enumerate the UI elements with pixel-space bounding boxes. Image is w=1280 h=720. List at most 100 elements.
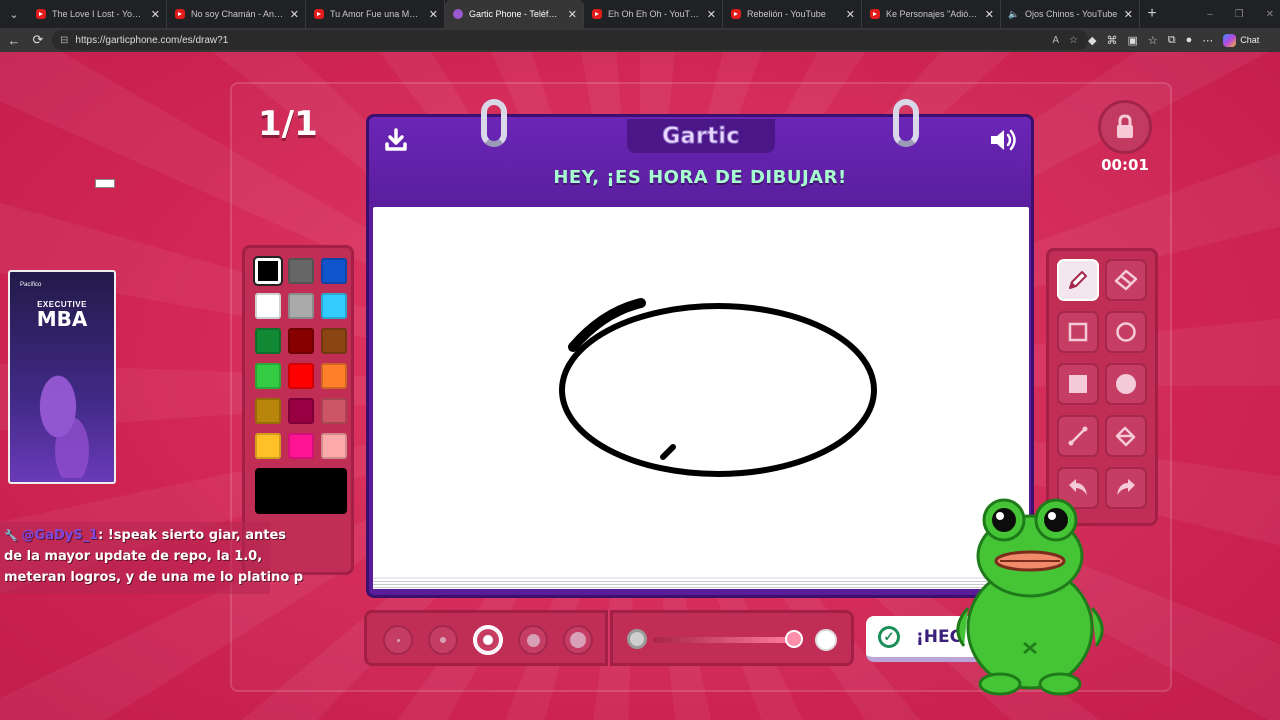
ellipse-outline-tool-button[interactable] <box>1105 311 1147 353</box>
copilot-chat-button[interactable]: Chat <box>1223 33 1259 47</box>
reload-button[interactable]: ⟳ <box>26 32 50 48</box>
new-tab-button[interactable]: + <box>1140 5 1164 23</box>
chat-text-1: : !speak sierto giar, antes <box>98 528 287 543</box>
line-tool-button[interactable] <box>1057 415 1099 457</box>
color-swatch[interactable] <box>255 328 281 354</box>
fill-bucket-tool-button[interactable] <box>1105 415 1147 457</box>
collections-icon[interactable]: ⧉ <box>1168 34 1176 47</box>
color-swatch[interactable] <box>321 398 347 424</box>
browser-tab[interactable]: Rebelión - YouTube ✕ <box>723 0 862 28</box>
maximize-button[interactable]: ❐ <box>1235 9 1244 20</box>
chat-wrench-icon: 🔧 <box>4 529 22 542</box>
tab-title: Ke Personajes "Adiós Amor # <box>886 9 979 19</box>
board-header: Gartic HEY, ¡ES HORA DE DIBUJAR! <box>369 117 1031 207</box>
color-swatch[interactable] <box>288 258 314 284</box>
extension-puzzle-icon[interactable]: ⌘ <box>1106 34 1117 47</box>
pencil-icon <box>1069 271 1087 289</box>
color-swatch[interactable] <box>321 328 347 354</box>
close-window-button[interactable]: ✕ <box>1266 9 1274 20</box>
drawing-board: Gartic HEY, ¡ES HORA DE DIBUJAR! <box>366 99 1034 598</box>
opacity-max-indicator <box>815 629 837 651</box>
split-screen-icon[interactable]: ▣ <box>1127 34 1137 47</box>
gartic-icon <box>453 9 463 19</box>
brush-size-2-button[interactable] <box>428 625 458 655</box>
brush-size-4-button[interactable] <box>518 625 548 655</box>
minimize-button[interactable]: – <box>1207 9 1213 20</box>
browser-tab[interactable]: Tu Amor Fue una Mentira - ✕ <box>306 0 445 28</box>
browser-tab[interactable]: Ke Personajes "Adiós Amor # ✕ <box>862 0 1001 28</box>
brush-size-3-button[interactable] <box>473 625 503 655</box>
youtube-icon <box>870 9 880 19</box>
color-swatch[interactable] <box>288 293 314 319</box>
extension-diamond-icon[interactable]: ◆ <box>1088 34 1096 47</box>
lock-button[interactable] <box>1098 100 1152 154</box>
drawing-canvas[interactable] <box>373 207 1029 585</box>
gartic-logo: Gartic <box>627 119 775 153</box>
browser-tab[interactable]: 🔈 Ojos Chinos - YouTube ✕ <box>1001 0 1140 28</box>
overlay-indicator <box>95 179 115 188</box>
color-swatch[interactable] <box>288 328 314 354</box>
tab-close-icon[interactable]: ✕ <box>568 8 577 21</box>
pencil-tool-button[interactable] <box>1057 259 1099 301</box>
color-swatch[interactable] <box>255 293 281 319</box>
tab-close-icon[interactable]: ✕ <box>985 8 994 21</box>
url-text: https://garticphone.com/es/draw?1 <box>75 34 229 46</box>
rectangle-outline-tool-button[interactable] <box>1057 311 1099 353</box>
ad-map-graphic <box>30 368 100 478</box>
tab-close-icon[interactable]: ✕ <box>846 8 855 21</box>
ad-card[interactable]: Pacífico EXECUTIVE MBA <box>8 270 116 484</box>
youtube-icon <box>592 9 602 19</box>
browser-tab[interactable]: Gartic Phone - Teléfono Des ✕ <box>445 0 584 28</box>
color-swatch[interactable] <box>321 293 347 319</box>
favorite-star-icon[interactable]: ☆ <box>1069 35 1078 46</box>
color-swatch[interactable] <box>288 433 314 459</box>
tabs-container: The Love I Lost - YouTube✕No soy Chamán … <box>28 0 1140 28</box>
binder-ring-left <box>481 99 507 147</box>
eraser-tool-button[interactable] <box>1105 259 1147 301</box>
color-swatch[interactable] <box>288 398 314 424</box>
redo-icon <box>1117 479 1135 495</box>
favorites-icon[interactable]: ☆ <box>1148 34 1158 47</box>
color-swatch[interactable] <box>255 398 281 424</box>
opacity-min-indicator <box>627 629 647 649</box>
gartic-logo-text: Gartic <box>662 123 740 149</box>
tab-close-icon[interactable]: ✕ <box>1124 8 1133 21</box>
tab-close-icon[interactable]: ✕ <box>290 8 299 21</box>
url-bar[interactable]: ⊟ https://garticphone.com/es/draw?1 A ☆ <box>52 30 1088 50</box>
download-button[interactable] <box>381 125 411 155</box>
site-info-icon[interactable]: ⊟ <box>60 35 68 46</box>
redo-button[interactable] <box>1105 467 1147 509</box>
rectangle-filled-tool-button[interactable] <box>1057 363 1099 405</box>
brush-size-5-button[interactable] <box>563 625 593 655</box>
color-swatch[interactable] <box>321 258 347 284</box>
tab-title: No soy Chamán - Anticucho <box>191 9 284 19</box>
more-menu-icon[interactable]: ⋯ <box>1202 34 1213 47</box>
speaker-icon: 🔈 <box>1008 8 1020 19</box>
color-swatch[interactable] <box>255 363 281 389</box>
browser-tab[interactable]: Eh Oh Eh Oh - YouTube ✕ <box>584 0 723 28</box>
opacity-slider-handle[interactable] <box>785 630 803 648</box>
color-swatch[interactable] <box>321 433 347 459</box>
color-swatch[interactable] <box>288 363 314 389</box>
tab-title: The Love I Lost - YouTube <box>52 9 145 19</box>
tab-close-icon[interactable]: ✕ <box>429 8 438 21</box>
browser-tab[interactable]: No soy Chamán - Anticucho ✕ <box>167 0 306 28</box>
sound-toggle-button[interactable] <box>987 125 1019 155</box>
read-aloud-icon[interactable]: A <box>1052 35 1059 46</box>
ellipse-filled-tool-button[interactable] <box>1105 363 1147 405</box>
tab-close-icon[interactable]: ✕ <box>707 8 716 21</box>
color-swatch[interactable] <box>255 258 281 284</box>
back-button[interactable]: ← <box>2 33 26 48</box>
color-swatch[interactable] <box>321 363 347 389</box>
youtube-icon <box>314 9 324 19</box>
color-swatch[interactable] <box>255 433 281 459</box>
browser-tab[interactable]: The Love I Lost - YouTube ✕ <box>28 0 167 28</box>
drawn-ellipse-stroke <box>559 298 877 477</box>
opacity-slider-track[interactable] <box>653 637 793 643</box>
tab-list-button[interactable]: ⌄ <box>0 0 28 28</box>
brush-size-1-button[interactable] <box>383 625 413 655</box>
profile-avatar[interactable]: ● <box>1186 34 1193 46</box>
tab-title: Rebelión - YouTube <box>747 9 826 19</box>
tab-close-icon[interactable]: ✕ <box>151 8 160 21</box>
ad-title: MBA <box>36 307 88 331</box>
